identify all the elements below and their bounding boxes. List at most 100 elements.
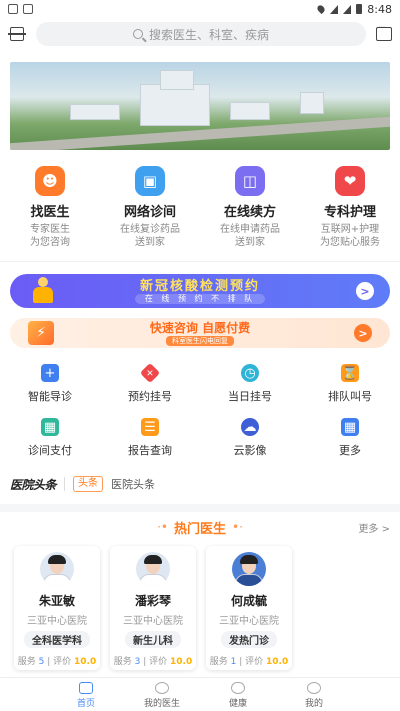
service-title: 找医生 (30, 205, 70, 220)
doctor-hospital: 三亚中心医院 (219, 616, 279, 627)
doctor-card[interactable]: 何成毓 三亚中心医院 发热门诊 服务 1 | 评价 10.0 (206, 546, 292, 670)
doctor-department: 新生儿科 (125, 631, 181, 648)
avatar (232, 552, 266, 586)
tab-me[interactable]: 我的 (294, 682, 334, 711)
service-find-doctor[interactable]: ☻ 找医生 专家医生 为您咨询 (0, 166, 100, 249)
grid-label: 诊间支付 (28, 444, 72, 457)
cloud-icon: ☁ (241, 418, 259, 436)
service-desc: 互联网+护理 为您贴心服务 (320, 224, 380, 248)
scan-icon[interactable] (8, 25, 26, 43)
doctor-name: 何成毓 (230, 594, 267, 608)
grid-label: 当日挂号 (228, 390, 272, 403)
grid-cloud-imaging[interactable]: ☁ 云影像 (200, 418, 300, 458)
grid-label: 排队叫号 (328, 390, 372, 403)
promo-subtitle: 在 线 预 约 不 排 队 (134, 293, 266, 304)
doctor-hospital: 三亚中心医院 (123, 616, 183, 627)
service-specialty-nursing[interactable]: ❤ 专科护理 互联网+护理 为您贴心服务 (300, 166, 400, 249)
doctor-icon (155, 682, 169, 694)
grid-appointment[interactable]: + 预约挂号 (100, 362, 200, 404)
wallet-icon: ▦ (41, 418, 59, 436)
decor-dots-icon: ·• (157, 520, 168, 534)
clock-icon: ◷ (241, 364, 259, 382)
doctor-name: 潘彩琴 (134, 594, 171, 608)
news-tag: 头条 (73, 476, 104, 492)
bottom-tab-bar: 首页 我的医生 健康 我的 (0, 677, 400, 711)
notification-icon (23, 4, 33, 14)
news-title: 医院头条 (111, 478, 156, 491)
lightning-icon: ⚡ (28, 321, 54, 345)
search-row: 搜索医生、科室、疾病 (0, 20, 400, 48)
report-icon: ☰ (141, 418, 159, 436)
doctor-card[interactable]: 朱亚敏 三亚中心医院 全科医学科 服务 5 | 评价 10.0 (14, 546, 100, 670)
signal-icon (330, 4, 339, 14)
service-title: 网络诊间 (123, 205, 176, 220)
service-desc: 在线复诊药品 送到家 (120, 224, 180, 248)
grid-payment[interactable]: ▦ 诊间支付 (0, 418, 100, 458)
doctor-cards: 朱亚敏 三亚中心医院 全科医学科 服务 5 | 评价 10.0 潘彩琴 三亚中心… (0, 546, 400, 670)
grid-label: 更多 (339, 444, 361, 457)
heart-icon: ❤ (335, 166, 365, 196)
search-input[interactable]: 搜索医生、科室、疾病 (36, 22, 366, 46)
doctor-department: 全科医学科 (24, 631, 90, 648)
grid-same-day-registration[interactable]: ◷ 当日挂号 (200, 364, 300, 404)
promo-title: 快速咨询 自愿付费 (149, 320, 251, 335)
avatar (136, 552, 170, 586)
person-illustration (30, 277, 56, 305)
promo-title: 新冠核酸检测预约 (139, 278, 260, 294)
tab-home[interactable]: 首页 (66, 682, 106, 711)
hot-doctors-header: ·• 热门医生 •· 更多 > (0, 512, 400, 542)
service-title: 在线续方 (223, 205, 276, 220)
heart-icon (231, 682, 245, 694)
doctor-department: 发热门诊 (221, 631, 277, 648)
monitor-icon: ▣ (135, 166, 165, 196)
tab-label: 我的 (304, 699, 323, 709)
doctor-stats: 服务 1 | 评价 10.0 (209, 657, 289, 667)
search-placeholder: 搜索医生、科室、疾病 (148, 27, 269, 42)
message-icon[interactable] (376, 23, 392, 41)
battery-icon (356, 4, 363, 14)
grid-queue[interactable]: ⌛ 排队叫号 (300, 364, 400, 404)
hourglass-icon: ⌛ (341, 364, 359, 382)
grid-label: 预约挂号 (128, 390, 172, 403)
status-bar: 8:48 (0, 0, 400, 18)
diamond-plus-icon: + (139, 362, 161, 384)
covid-test-promo-banner[interactable]: 新冠核酸检测预约 在 线 预 约 不 排 队 > (10, 274, 390, 308)
section-gap (0, 504, 400, 512)
quick-grid: + 智能导诊 + 预约挂号 ◷ 当日挂号 ⌛ 排队叫号 ▦ 诊间支付 ☰ 报告查… (0, 362, 400, 458)
doctor-card[interactable]: 潘彩琴 三亚中心医院 新生儿科 服务 3 | 评价 10.0 (110, 546, 196, 670)
capsule-icon: ◫ (235, 166, 265, 196)
search-icon (132, 29, 143, 39)
home-icon (79, 682, 93, 694)
service-desc: 专家医生 为您咨询 (30, 224, 70, 248)
main-services: ☻ 找医生 专家医生 为您咨询 ▣ 网络诊间 在线复诊药品 送到家 ◫ 在线续方… (0, 166, 400, 249)
grid-label: 智能导诊 (28, 390, 72, 403)
tab-label: 健康 (228, 699, 247, 709)
grid-more[interactable]: ▦ 更多 (300, 418, 400, 458)
tab-my-doctor[interactable]: 我的医生 (142, 682, 182, 711)
briefcase-icon: + (41, 364, 59, 382)
service-online-clinic[interactable]: ▣ 网络诊间 在线复诊药品 送到家 (100, 166, 200, 249)
tab-health[interactable]: 健康 (218, 682, 258, 711)
quick-consult-promo-banner[interactable]: ⚡ 快速咨询 自愿付费 科室医生闪电回复 > (10, 318, 390, 348)
doctor-icon: ☻ (35, 166, 65, 196)
doctor-stats: 服务 5 | 评价 10.0 (17, 657, 97, 667)
grid-report-query[interactable]: ☰ 报告查询 (100, 418, 200, 458)
doctor-stats: 服务 3 | 评价 10.0 (113, 657, 193, 667)
tab-label: 首页 (76, 699, 95, 709)
doctor-name: 朱亚敏 (38, 594, 75, 608)
more-link[interactable]: 更多 > (358, 520, 390, 535)
hospital-banner[interactable] (10, 62, 390, 150)
service-online-renewal[interactable]: ◫ 在线续方 在线申请药品 送到家 (200, 166, 300, 249)
avatar (40, 552, 74, 586)
service-title: 专科护理 (323, 205, 376, 220)
service-desc: 在线申请药品 送到家 (220, 224, 280, 248)
news-logo: 医院头条 (10, 477, 57, 492)
apps-icon: ▦ (341, 418, 359, 436)
decor-dots-icon: •· (232, 520, 243, 534)
promo-subtitle: 科室医生闪电回复 (166, 335, 234, 346)
news-row[interactable]: 医院头条 头条 医院头条 (0, 474, 400, 494)
grid-smart-guide[interactable]: + 智能导诊 (0, 364, 100, 404)
profile-icon (307, 682, 321, 694)
tab-label: 我的医生 (143, 699, 180, 709)
location-icon (316, 3, 327, 15)
